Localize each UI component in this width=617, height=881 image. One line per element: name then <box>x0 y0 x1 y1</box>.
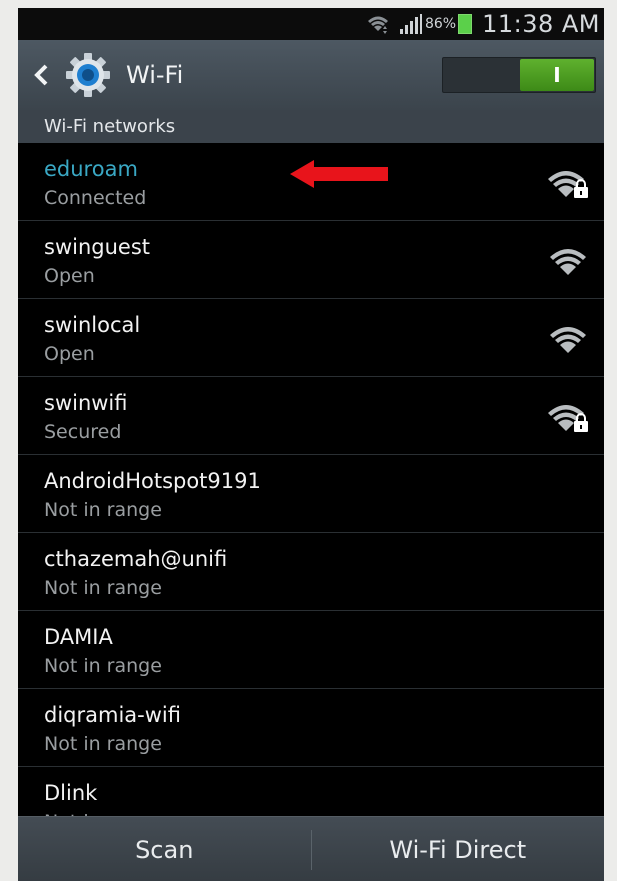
network-name: eduroam <box>44 157 138 181</box>
network-name: swinlocal <box>44 313 141 337</box>
network-name: Dlink <box>44 781 98 805</box>
battery-icon <box>458 14 473 34</box>
network-status: Not in range <box>44 577 162 599</box>
network-status: Open <box>44 343 95 365</box>
phone-screen: 86% 11:38 AM Wi-Fi I Wi-Fi networks edur… <box>18 8 604 881</box>
network-row[interactable]: diqramia-wifi Not in range <box>18 689 604 767</box>
network-name: diqramia-wifi <box>44 703 181 727</box>
network-row[interactable]: swinlocal Open <box>18 299 604 377</box>
network-name: swinguest <box>44 235 150 259</box>
signal-icon <box>399 14 422 34</box>
bottom-bar: Scan Wi-Fi Direct <box>18 816 604 881</box>
network-status: Not in range <box>44 655 162 677</box>
wifi-open-icon <box>550 327 586 353</box>
wifi-direct-button[interactable]: Wi-Fi Direct <box>312 836 605 864</box>
scan-button[interactable]: Scan <box>18 836 311 864</box>
network-row[interactable]: cthazemah@unifi Not in range <box>18 533 604 611</box>
network-list: eduroam Connected swinguest Open swinloc… <box>18 143 604 845</box>
status-time: 11:38 AM <box>482 10 600 38</box>
network-name: DAMIA <box>44 625 113 649</box>
network-status: Connected <box>44 187 147 209</box>
page-title: Wi-Fi <box>126 61 184 89</box>
network-name: cthazemah@unifi <box>44 547 228 571</box>
network-status: Not in range <box>44 499 162 521</box>
status-bar: 86% 11:38 AM <box>18 8 604 40</box>
network-name: AndroidHotspot9191 <box>44 469 261 493</box>
wifi-icon <box>367 16 388 34</box>
action-bar: Wi-Fi I <box>18 40 604 111</box>
network-status: Open <box>44 265 95 287</box>
section-header: Wi-Fi networks <box>18 110 604 143</box>
red-arrow-icon <box>290 160 388 188</box>
network-row[interactable]: DAMIA Not in range <box>18 611 604 689</box>
network-status: Secured <box>44 421 122 443</box>
gear-icon[interactable] <box>64 51 112 99</box>
network-row[interactable]: AndroidHotspot9191 Not in range <box>18 455 604 533</box>
battery-percent: 86% <box>424 16 457 32</box>
network-name: swinwifi <box>44 391 128 415</box>
wifi-locked-icon <box>548 171 588 198</box>
wifi-open-icon <box>550 249 586 275</box>
network-status: Not in range <box>44 733 162 755</box>
toggle-knob[interactable]: I <box>520 59 594 91</box>
network-row[interactable]: swinguest Open <box>18 221 604 299</box>
wifi-locked-icon <box>548 405 588 432</box>
network-row[interactable]: swinwifi Secured <box>18 377 604 455</box>
wifi-toggle[interactable]: I <box>442 57 596 93</box>
back-chevron-icon[interactable] <box>32 63 50 87</box>
